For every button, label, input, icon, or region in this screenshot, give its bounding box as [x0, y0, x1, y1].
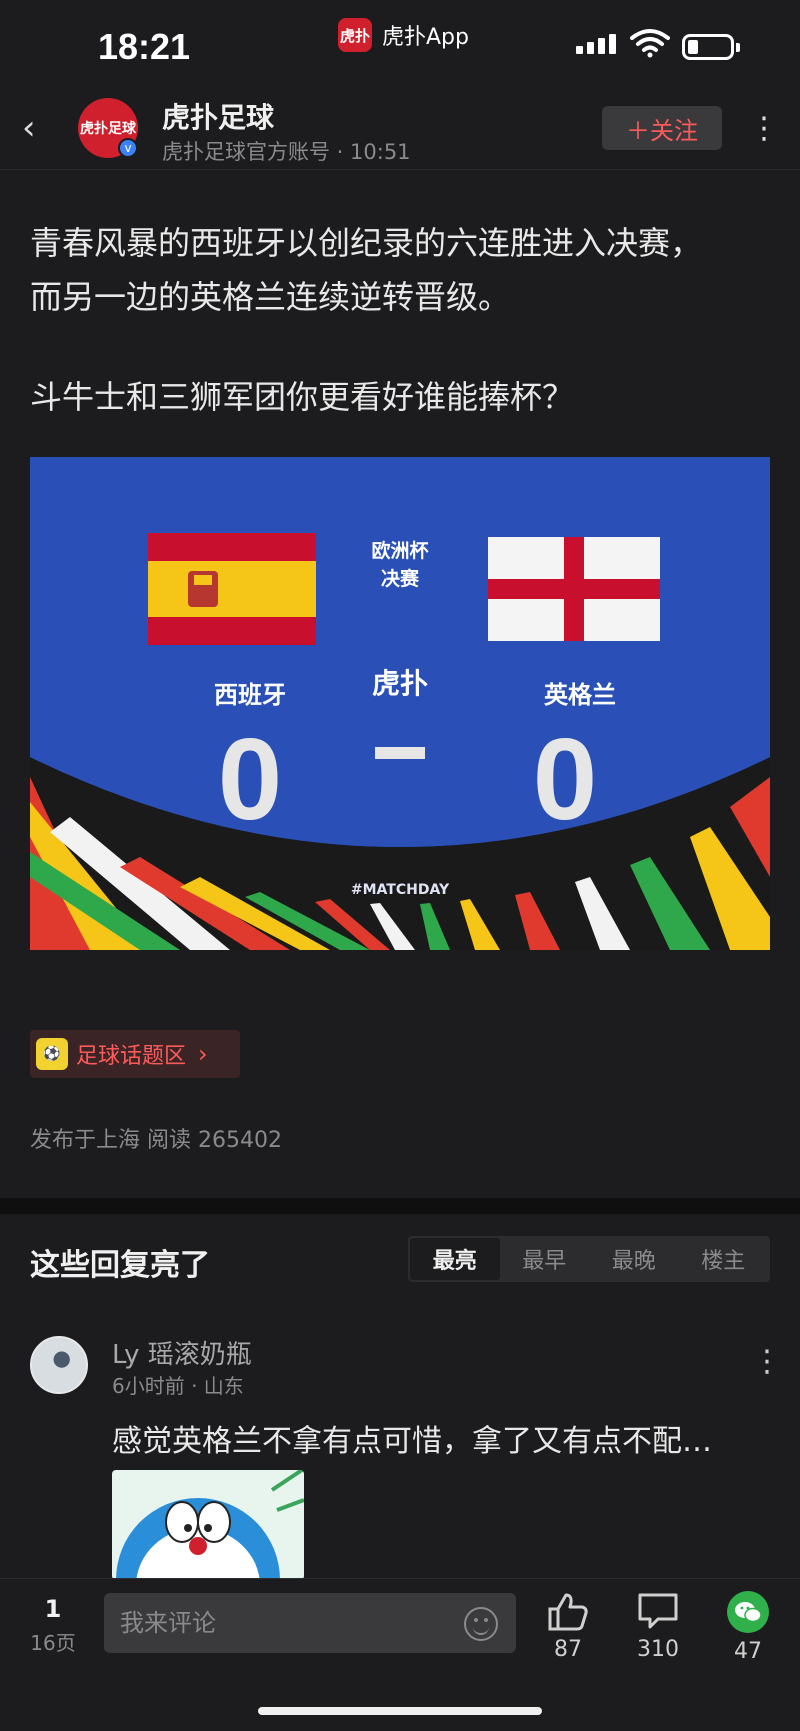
score-separator: [375, 747, 425, 759]
hupu-logo: 虎扑: [371, 667, 428, 700]
doraemon-image: [116, 1470, 304, 1580]
status-app-name: 虎扑App: [382, 25, 469, 50]
section-divider: [0, 1198, 800, 1214]
emoji-icon[interactable]: [464, 1607, 498, 1641]
home-indicator[interactable]: [258, 1707, 542, 1715]
team-left-name: 西班牙: [214, 681, 286, 709]
thumbs-up-icon: [548, 1593, 588, 1631]
status-bar: 18:21 虎扑 虎扑App: [0, 0, 800, 90]
back-chevron-icon[interactable]: ‹: [22, 108, 52, 148]
wechat-icon: [727, 1591, 769, 1633]
comment-count: 310: [637, 1637, 679, 1662]
verified-badge-icon: v: [118, 138, 138, 158]
comment-meta: 6小时前 · 山东: [112, 1374, 244, 1398]
post-line: 斗牛士和三狮军团你更看好谁能捧杯？: [30, 378, 575, 416]
author-meta: 虎扑足球官方账号 · 10:51: [162, 140, 411, 164]
reply-sort-tabs: 最亮 最早 最晚 楼主: [408, 1236, 770, 1282]
topic-link[interactable]: ⚽ 足球话题区 ›: [30, 1030, 240, 1078]
score-left: 0: [217, 714, 283, 844]
comment-image[interactable]: [112, 1470, 304, 1580]
post-header: ‹ 虎扑足球 v 虎扑足球 虎扑足球官方账号 · 10:51 ＋关注 ⋮: [0, 90, 800, 170]
comment-bubble-icon: [638, 1593, 678, 1629]
total-pages[interactable]: 16页: [20, 1627, 86, 1656]
like-count: 87: [554, 1637, 582, 1662]
replies-title: 这些回复亮了: [30, 1248, 210, 1283]
post-line: 而另一边的英格兰连续逆转晋级。: [30, 278, 511, 316]
like-button[interactable]: 87: [538, 1591, 598, 1662]
matchday-hashtag: #MATCHDAY: [350, 882, 450, 898]
comments-button[interactable]: 310: [628, 1591, 688, 1662]
status-time: 18:21: [98, 26, 191, 67]
commenter-name[interactable]: Ly 瑶滚奶瓶: [112, 1334, 252, 1371]
tab-latest[interactable]: 最晚: [589, 1238, 679, 1280]
current-page[interactable]: 1: [28, 1595, 78, 1623]
battery-icon: [682, 34, 740, 60]
comment-item: Ly 瑶滚奶瓶 6小时前 · 山东 ⋮ 感觉英格兰不拿有点可惜，拿了又有点不配…: [0, 1330, 800, 1580]
score-right: 0: [532, 714, 598, 844]
comment-more-icon[interactable]: ⋮: [752, 1344, 782, 1379]
author-name[interactable]: 虎扑足球: [162, 96, 274, 136]
tab-brightest[interactable]: 最亮: [410, 1238, 500, 1280]
topic-label: 足球话题区: [76, 1044, 187, 1069]
comment-input[interactable]: [104, 1593, 516, 1653]
status-app-indicator: 虎扑 虎扑App: [338, 18, 469, 52]
team-right-name: 英格兰: [544, 681, 616, 709]
bottom-action-bar: 1 16页 87 310 47: [0, 1578, 800, 1731]
matchday-graphic: [30, 533, 770, 950]
hupu-app-icon: 虎扑: [338, 18, 372, 52]
comment-text: 感觉英格兰不拿有点可惜，拿了又有点不配…: [112, 1424, 712, 1459]
tab-earliest[interactable]: 最早: [500, 1238, 590, 1280]
more-options-icon[interactable]: ⋮: [749, 106, 779, 150]
post-meta: 发布于上海 阅读 265402: [30, 1128, 282, 1153]
post-line: 青春风暴的西班牙以创纪录的六连胜进入决赛，: [30, 224, 703, 262]
post-body: 青春风暴的西班牙以创纪录的六连胜进入决赛， 而另一边的英格兰连续逆转晋级。 斗牛…: [30, 216, 775, 424]
cup-title: 欧洲杯 决赛: [371, 540, 429, 590]
wifi-icon: [630, 29, 670, 58]
wechat-share-button[interactable]: 47: [718, 1591, 778, 1664]
commenter-avatar[interactable]: [30, 1336, 88, 1394]
chevron-right-icon: ›: [198, 1040, 208, 1068]
soccer-chat-icon: ⚽: [36, 1038, 68, 1070]
cellular-signal-icon: [576, 34, 616, 54]
share-count: 47: [734, 1639, 762, 1664]
post-image[interactable]: 欧洲杯 决赛 西班牙 虎扑 英格兰 0 0 #MATCHDAY: [30, 457, 770, 950]
follow-button[interactable]: ＋关注: [602, 106, 722, 150]
tab-op-only[interactable]: 楼主: [679, 1238, 769, 1280]
